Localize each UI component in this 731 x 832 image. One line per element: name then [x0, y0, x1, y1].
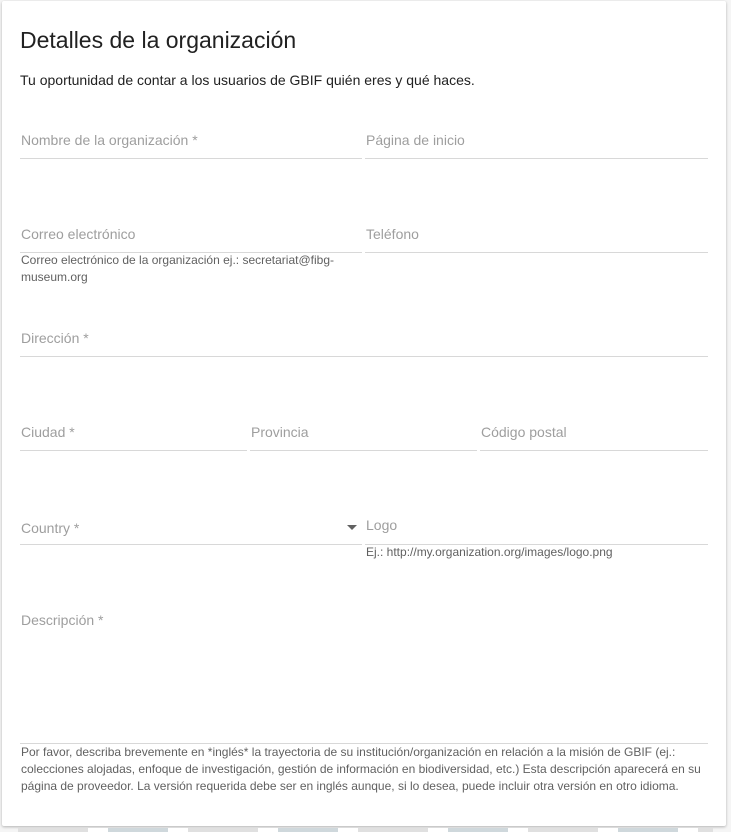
email-hint: Correo electrónico de la organización ej… [21, 252, 366, 286]
email-hint-line1: Correo electrónico de la organización ej… [21, 253, 335, 267]
description-hint-line1: Por favor, describa brevemente en *inglé… [21, 745, 676, 759]
email-field[interactable]: Correo electrónico [20, 215, 362, 253]
next-card-edge [18, 828, 713, 832]
city-underline [20, 450, 247, 451]
phone-underline [365, 252, 708, 253]
description-placeholder: Descripción * [21, 612, 104, 628]
phone-placeholder: Teléfono [366, 226, 419, 242]
province-underline [250, 450, 477, 451]
city-placeholder: Ciudad * [21, 424, 75, 440]
description-hint: Por favor, describa brevemente en *inglé… [21, 744, 711, 795]
province-field[interactable]: Provincia [250, 413, 477, 451]
country-underline [20, 544, 362, 545]
logo-hint: Ej.: http://my.organization.org/images/l… [366, 545, 613, 559]
address-placeholder: Dirección * [21, 330, 89, 346]
email-placeholder: Correo electrónico [21, 226, 136, 242]
description-hint-line2: colecciones alojadas, enfoque de investi… [21, 762, 701, 776]
address-field[interactable]: Dirección * [20, 319, 708, 357]
postal-code-field[interactable]: Código postal [480, 413, 708, 451]
logo-field[interactable]: Logo [365, 507, 708, 545]
city-field[interactable]: Ciudad * [20, 413, 247, 451]
description-textarea[interactable]: Descripción * [20, 601, 708, 744]
country-select[interactable]: Country * [20, 511, 362, 545]
org-name-field[interactable]: Nombre de la organización * [20, 121, 362, 159]
phone-field[interactable]: Teléfono [365, 215, 708, 253]
section-title: Detalles de la organización [20, 27, 297, 53]
org-name-placeholder: Nombre de la organización * [21, 132, 198, 148]
homepage-placeholder: Página de inicio [366, 132, 465, 148]
province-placeholder: Provincia [251, 424, 309, 440]
postal-code-underline [480, 450, 708, 451]
address-underline [20, 356, 708, 357]
description-hint-line3: página de proveedor. La versión requerid… [21, 779, 679, 793]
org-name-underline [20, 158, 362, 159]
logo-placeholder: Logo [366, 517, 398, 533]
chevron-down-icon [347, 525, 357, 530]
section-subtitle: Tu oportunidad de contar a los usuarios … [20, 72, 475, 88]
homepage-underline [365, 158, 708, 159]
email-hint-line2: museum.org [21, 270, 88, 284]
country-placeholder: Country * [21, 520, 80, 536]
organization-details-card: Detalles de la organización Tu oportunid… [2, 1, 726, 826]
homepage-field[interactable]: Página de inicio [365, 121, 708, 159]
postal-code-placeholder: Código postal [481, 424, 567, 440]
